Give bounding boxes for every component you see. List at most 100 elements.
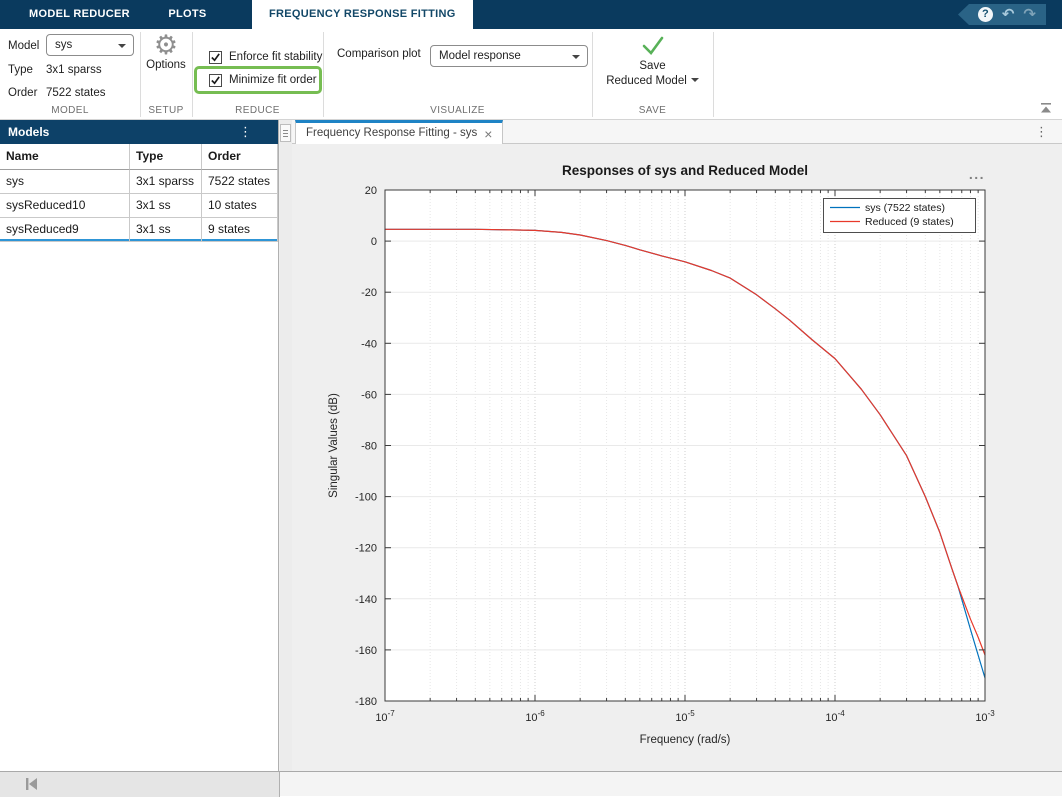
ribbon-section-model: Model sys Type 3x1 sparss Order 7522 sta… (0, 29, 140, 119)
help-icon[interactable]: ? (978, 7, 993, 22)
table-cell[interactable]: 10 states (202, 194, 278, 218)
table-cell[interactable]: sys (0, 170, 130, 194)
order-label: Order (8, 87, 37, 99)
document-tab-title: Frequency Response Fitting - sys (306, 124, 477, 143)
singular-values-chart[interactable]: 200-20-40-60-80-100-120-140-160-18010-71… (292, 144, 1062, 771)
models-panel: Models ⋮ NameTypeOrdersys3x1 sparss7522 … (0, 120, 279, 771)
document-tab-strip: Frequency Response Fitting - sys × ⋮ (292, 120, 1062, 144)
svg-text:10-3: 10-3 (975, 709, 995, 724)
status-bar-left (0, 772, 280, 797)
splitter-handle-icon[interactable] (280, 124, 291, 142)
column-header: Order (202, 144, 278, 170)
ribbon-section-reduce: Enforce fit stability Minimize fit order… (192, 29, 323, 119)
models-panel-header: Models ⋮ (0, 120, 278, 144)
section-label-model: MODEL (0, 105, 140, 116)
comparison-plot-dropdown[interactable]: Model response (430, 45, 588, 67)
svg-text:-80: -80 (361, 441, 377, 453)
gear-icon: ⚙ (154, 30, 178, 60)
enforce-fit-stability-label: Enforce fit stability (229, 51, 322, 63)
undo-icon[interactable]: ↶ (1002, 7, 1015, 22)
model-dropdown[interactable]: sys (46, 34, 134, 56)
chart-title: Responses of sys and Reduced Model (562, 163, 808, 178)
table-row[interactable]: sys3x1 sparss7522 states (0, 170, 278, 194)
quick-access-toolbar: ? ↶ ↷ (958, 4, 1046, 25)
panel-splitter[interactable] (280, 120, 292, 771)
collapse-panel-icon[interactable] (22, 776, 40, 792)
ribbon-section-visualize: Comparison plot Model response VISUALIZE (323, 29, 592, 119)
svg-text:10-5: 10-5 (675, 709, 695, 724)
enforce-fit-stability-checkbox[interactable]: Enforce fit stability (202, 50, 322, 64)
axes-toolbar-icon[interactable]: ... (969, 166, 985, 182)
checkbox-checked-icon (209, 51, 222, 64)
comparison-plot-value: Model response (439, 50, 521, 62)
table-cell[interactable]: 9 states (202, 218, 278, 242)
document-tab-active[interactable]: Frequency Response Fitting - sys × (295, 120, 503, 144)
minimize-fit-order-checkbox[interactable]: Minimize fit order (202, 73, 317, 87)
model-label: Model (8, 40, 39, 52)
svg-text:-140: -140 (355, 594, 377, 606)
tab-frequency-response-fitting[interactable]: FREQUENCY RESPONSE FITTING (252, 0, 473, 29)
y-axis-label: Singular Values (dB) (328, 393, 340, 498)
table-cell[interactable]: 3x1 sparss (130, 170, 202, 194)
ribbon: Model sys Type 3x1 sparss Order 7522 sta… (0, 29, 1062, 120)
options-button[interactable]: ⚙ Options (140, 32, 192, 71)
model-dropdown-value: sys (55, 39, 72, 51)
tab-overflow-icon[interactable]: ⋮ (1035, 120, 1048, 144)
svg-text:10-6: 10-6 (525, 709, 545, 724)
section-label-setup: SETUP (140, 105, 192, 116)
panel-menu-icon[interactable]: ⋮ (239, 120, 252, 144)
chevron-down-icon (572, 55, 580, 59)
collapse-ribbon-icon[interactable] (1038, 103, 1054, 114)
toolstrip-tab-bar: MODEL REDUCER PLOTS FREQUENCY RESPONSE F… (0, 0, 1062, 29)
figure-container: 200-20-40-60-80-100-120-140-160-18010-71… (292, 144, 1062, 771)
svg-text:10-7: 10-7 (375, 709, 395, 724)
chevron-down-icon (118, 44, 126, 48)
close-icon[interactable]: × (484, 127, 492, 141)
type-value: 3x1 sparss (46, 64, 102, 76)
comparison-plot-label: Comparison plot (337, 48, 421, 60)
chevron-down-icon (691, 78, 699, 82)
section-label-visualize: VISUALIZE (323, 105, 592, 116)
legend-entry: sys (7522 states) (865, 202, 945, 214)
legend-entry: Reduced (9 states) (865, 216, 954, 228)
svg-text:-160: -160 (355, 645, 377, 657)
document-area: Frequency Response Fitting - sys × ⋮ 20 0… (292, 120, 1062, 771)
table-cell[interactable]: 3x1 ss (130, 194, 202, 218)
svg-text:-60: -60 (361, 389, 377, 401)
section-label-save: SAVE (592, 105, 713, 116)
table-row[interactable]: sysReduced103x1 ss10 states (0, 194, 278, 218)
svg-text:-40: -40 (361, 338, 377, 350)
ribbon-section-save: Save Reduced Model SAVE (592, 29, 713, 119)
table-cell[interactable]: sysReduced10 (0, 194, 130, 218)
save-label-line1: Save (639, 60, 665, 72)
svg-text:-120: -120 (355, 543, 377, 555)
svg-text:-180: -180 (355, 696, 377, 708)
redo-icon[interactable]: ↷ (1023, 7, 1036, 22)
ribbon-section-setup: ⚙ Options SETUP (140, 29, 192, 119)
tab-plots[interactable]: PLOTS (151, 0, 223, 29)
svg-text:10-4: 10-4 (825, 709, 845, 724)
models-table-header: NameTypeOrder (0, 144, 278, 170)
chart-legend: sys (7522 states) Reduced (9 states) (824, 199, 976, 233)
svg-text:20: 20 (365, 185, 377, 197)
table-cell[interactable]: 3x1 ss (130, 218, 202, 242)
table-cell[interactable]: 7522 states (202, 170, 278, 194)
minimize-fit-order-label: Minimize fit order (229, 74, 317, 86)
save-checkmark-icon (640, 34, 666, 56)
tab-model-reducer[interactable]: MODEL REDUCER (12, 0, 147, 29)
status-bar (0, 771, 1062, 796)
order-value: 7522 states (46, 87, 105, 99)
svg-text:0: 0 (371, 236, 377, 248)
section-label-reduce: REDUCE (192, 105, 323, 116)
save-label-line2: Reduced Model (606, 75, 687, 87)
table-cell[interactable]: sysReduced9 (0, 218, 130, 242)
save-reduced-model-button[interactable]: Save Reduced Model (592, 34, 713, 89)
models-table: NameTypeOrdersys3x1 sparss7522 statessys… (0, 144, 278, 242)
x-axis-label: Frequency (rad/s) (640, 734, 731, 746)
models-panel-title: Models (8, 125, 49, 139)
type-label: Type (8, 64, 33, 76)
svg-text:-100: -100 (355, 492, 377, 504)
ribbon-separator (713, 32, 714, 117)
table-row[interactable]: sysReduced93x1 ss9 states (0, 218, 278, 242)
checkbox-checked-icon (209, 74, 222, 87)
